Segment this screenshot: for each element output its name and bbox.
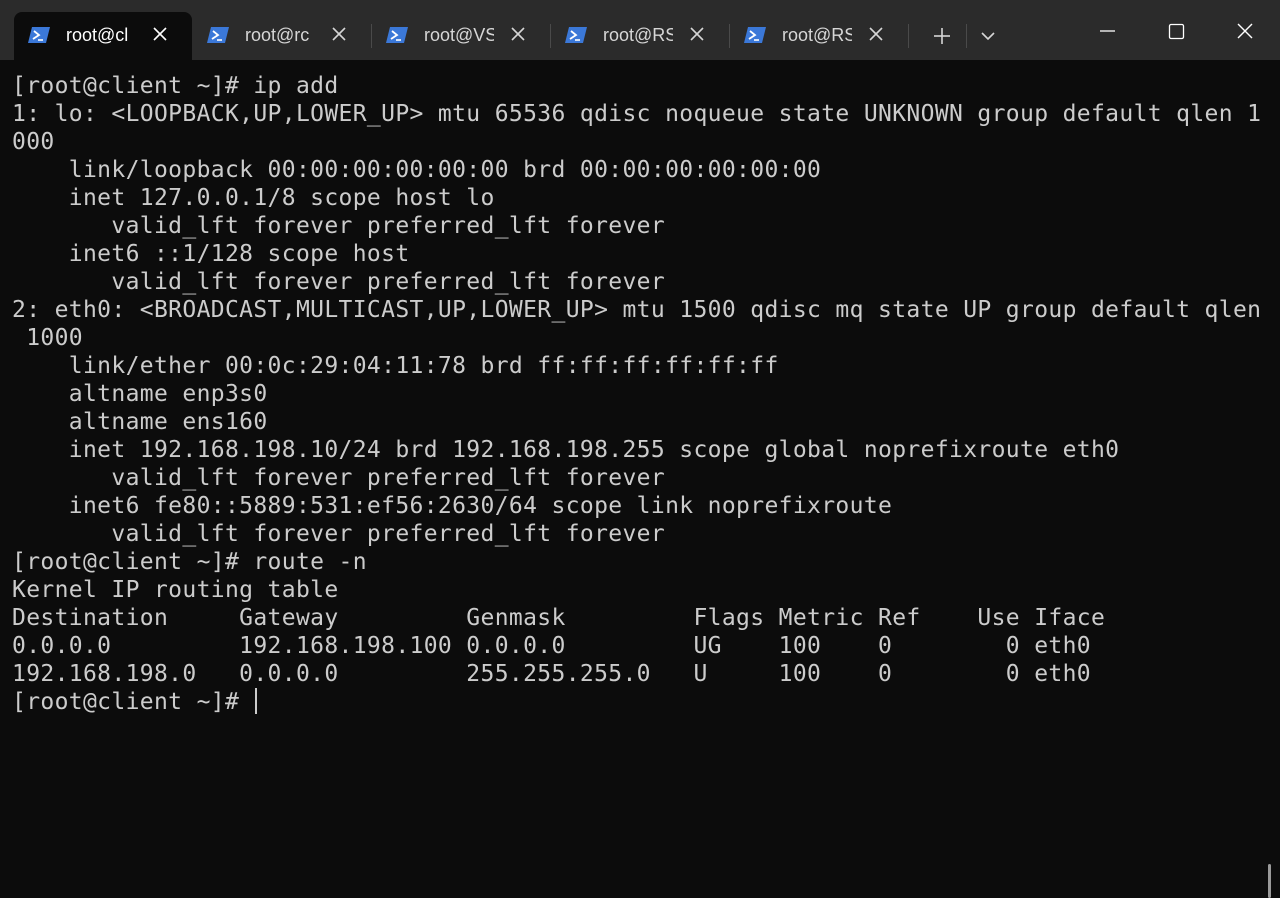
output-line: Destination Gateway Genmask Flags Metric… bbox=[12, 605, 1106, 631]
output-line: inet6 ::1/128 scope host bbox=[12, 241, 410, 267]
plus-icon[interactable] bbox=[926, 20, 958, 52]
output-line: valid_lft forever preferred_lft forever bbox=[12, 213, 666, 239]
close-icon[interactable] bbox=[687, 24, 707, 44]
terminal-output[interactable]: [root@client ~]# ip add 1: lo: <LOOPBACK… bbox=[12, 72, 1261, 716]
powershell-icon bbox=[386, 27, 408, 43]
tab-label: root@cl bbox=[66, 25, 129, 45]
tab-label: root@rc bbox=[245, 25, 310, 45]
output-line: 1: lo: <LOOPBACK,UP,LOWER_UP> mtu 65536 … bbox=[12, 101, 1262, 127]
close-icon[interactable] bbox=[1222, 14, 1268, 48]
title-bar: root@cl root@rc root@VS root@RS root@RS bbox=[0, 0, 1280, 60]
tab-separator bbox=[966, 24, 967, 48]
output-line: 1000 bbox=[12, 325, 83, 351]
close-icon[interactable] bbox=[866, 24, 886, 44]
shell-prompt: [root@client ~]# bbox=[12, 689, 254, 715]
output-line: altname ens160 bbox=[12, 409, 268, 435]
powershell-icon bbox=[28, 27, 50, 43]
chevron-down-icon[interactable] bbox=[972, 20, 1004, 52]
tab-separator bbox=[908, 24, 909, 48]
output-line: link/ether 00:0c:29:04:11:78 brd ff:ff:f… bbox=[12, 353, 779, 379]
powershell-icon bbox=[565, 27, 587, 43]
powershell-icon bbox=[207, 27, 229, 43]
output-line: inet6 fe80::5889:531:ef56:2630/64 scope … bbox=[12, 493, 893, 519]
scrollbar-thumb[interactable] bbox=[1268, 864, 1271, 898]
tab-3[interactable]: root@VS bbox=[372, 12, 550, 60]
output-line: inet 127.0.0.1/8 scope host lo bbox=[12, 185, 495, 211]
output-line: 000 bbox=[12, 129, 55, 155]
output-line: [root@client ~]# route -n bbox=[12, 549, 367, 575]
output-line: altname enp3s0 bbox=[12, 381, 268, 407]
output-line: valid_lft forever preferred_lft forever bbox=[12, 465, 666, 491]
terminal-pane[interactable]: [root@client ~]# ip add 1: lo: <LOOPBACK… bbox=[0, 60, 1280, 898]
tab-label: root@RS bbox=[603, 25, 673, 45]
tab-label: root@RS bbox=[782, 25, 852, 45]
output-line: 2: eth0: <BROADCAST,MULTICAST,UP,LOWER_U… bbox=[12, 297, 1262, 323]
close-icon[interactable] bbox=[150, 24, 170, 44]
output-line: Kernel IP routing table bbox=[12, 577, 339, 603]
output-line: link/loopback 00:00:00:00:00:00 brd 00:0… bbox=[12, 157, 822, 183]
tab-5[interactable]: root@RS bbox=[730, 12, 908, 60]
close-icon[interactable] bbox=[329, 24, 349, 44]
tab-2[interactable]: root@rc bbox=[193, 12, 371, 60]
output-line: [root@client ~]# ip add bbox=[12, 73, 339, 99]
tab-label: root@VS bbox=[424, 25, 494, 45]
powershell-icon bbox=[744, 27, 766, 43]
text-cursor bbox=[255, 688, 258, 714]
tab-1[interactable]: root@cl bbox=[14, 12, 192, 60]
output-line: valid_lft forever preferred_lft forever bbox=[12, 521, 666, 547]
close-icon[interactable] bbox=[508, 24, 528, 44]
output-line: 192.168.198.0 0.0.0.0 255.255.255.0 U 10… bbox=[12, 661, 1091, 687]
minimize-icon[interactable] bbox=[1084, 14, 1130, 48]
output-line: 0.0.0.0 192.168.198.100 0.0.0.0 UG 100 0… bbox=[12, 633, 1091, 659]
output-line: valid_lft forever preferred_lft forever bbox=[12, 269, 666, 295]
tab-4[interactable]: root@RS bbox=[551, 12, 729, 60]
maximize-icon[interactable] bbox=[1153, 14, 1199, 48]
output-line: inet 192.168.198.10/24 brd 192.168.198.2… bbox=[12, 437, 1120, 463]
